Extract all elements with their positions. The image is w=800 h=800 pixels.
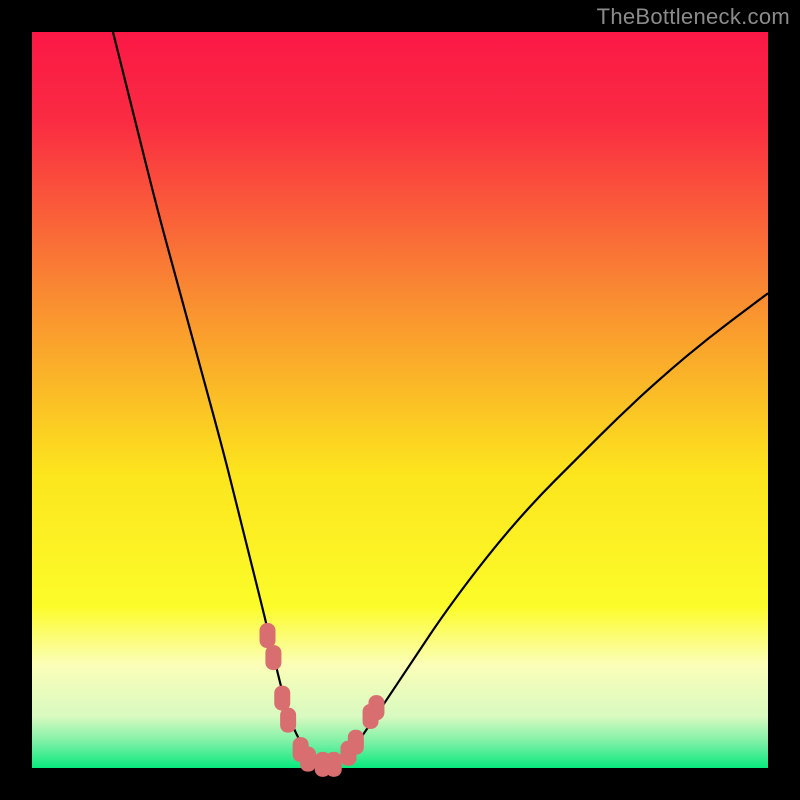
bottleneck-chart <box>0 0 800 800</box>
curve-marker <box>266 646 281 670</box>
curve-marker <box>260 624 275 648</box>
plot-background <box>32 32 768 768</box>
curve-marker <box>348 730 363 754</box>
watermark-text: TheBottleneck.com <box>597 4 790 30</box>
curve-marker <box>281 708 296 732</box>
curve-marker <box>301 747 316 771</box>
curve-marker <box>369 696 384 720</box>
chart-stage: TheBottleneck.com <box>0 0 800 800</box>
curve-marker <box>275 686 290 710</box>
curve-marker <box>326 752 341 776</box>
